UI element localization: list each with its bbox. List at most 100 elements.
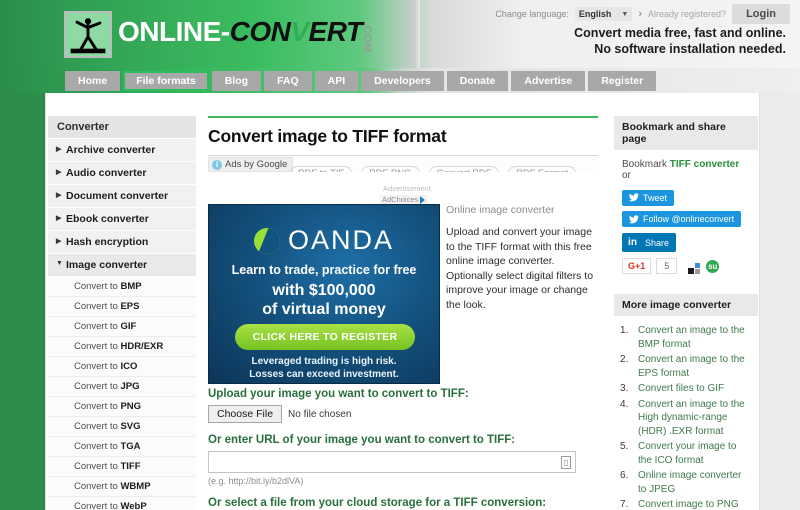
more-converter-link[interactable]: Convert an image to the BMP format xyxy=(620,324,752,351)
sidebar-category-ebook-converter[interactable]: ▶ Ebook converter xyxy=(48,208,196,231)
advertisement-area: Advertisement AdChoices OANDA Learn to t… xyxy=(208,184,598,384)
sidebar-category-label: Image converter xyxy=(66,259,148,271)
ads-by-google-badge[interactable]: i Ads by Google xyxy=(208,157,294,172)
linkedin-share-button[interactable]: in Share xyxy=(622,233,677,252)
adchoices-badge[interactable]: AdChoices xyxy=(380,195,428,204)
ad-keyword-links[interactable]: PDF to TIF PDF PNG Convert PDF PDF Format xyxy=(290,166,577,172)
url-hint-label: (e.g. http://bit.ly/b2dlVA) xyxy=(208,476,304,486)
info-icon: i xyxy=(212,159,222,170)
logo-mark[interactable] xyxy=(64,11,112,58)
sidebar: Converter ▶ Archive converter ▶ Audio conve… xyxy=(48,116,196,510)
ad-keyword-link[interactable]: PDF to TIF xyxy=(290,166,353,172)
site-tagline: Convert media free, fast and online. No … xyxy=(574,25,786,57)
nav-item-developers[interactable]: Developers xyxy=(361,71,444,91)
sidebar-item-convert-to-eps[interactable]: Convert to EPS xyxy=(48,297,196,317)
sidebar-item-convert-to-wbmp[interactable]: Convert to WBMP xyxy=(48,477,196,497)
convert-prefix: Convert to xyxy=(74,361,121,372)
language-go-button[interactable]: › xyxy=(638,8,642,20)
adchoices-triangle-icon xyxy=(420,195,426,204)
chevron-right-icon: ▶ xyxy=(56,169,62,176)
more-converter-link[interactable]: Online image converter to JPEG xyxy=(620,469,752,496)
convert-prefix: Convert to xyxy=(74,461,121,472)
addthis-icon[interactable] xyxy=(688,261,701,274)
google-plus-one-button[interactable]: G+1 xyxy=(622,258,652,274)
more-converter-link[interactable]: Convert an image to the EPS format xyxy=(620,353,752,380)
ad-keyword-link[interactable]: PDF Format xyxy=(508,166,577,172)
stumbleupon-icon[interactable]: su xyxy=(706,259,720,273)
more-converter-link[interactable]: Convert files to GIF xyxy=(620,382,752,396)
oanda-ad-banner[interactable]: OANDA Learn to trade, practice for free … xyxy=(208,204,440,384)
sidebar-item-convert-to-gif[interactable]: Convert to GIF xyxy=(48,317,196,337)
sidebar-category-image-converter[interactable]: ▼ Image converter xyxy=(48,254,196,277)
nav-item-file-formats[interactable]: File formats xyxy=(123,71,209,91)
ad-keyword-link[interactable]: PDF PNG xyxy=(361,166,420,172)
follow-label: Follow @onlineconvert xyxy=(643,214,735,224)
sidebar-items: ▶ Archive converter ▶ Audio converter ▶ Docum… xyxy=(48,139,196,510)
url-heading: Or enter URL of your image you want to c… xyxy=(208,434,516,446)
sidebar-item-convert-to-bmp[interactable]: Convert to BMP xyxy=(48,277,196,297)
more-converter-link[interactable]: Convert an image to the High dynamic-ran… xyxy=(620,398,752,439)
logo-v: V xyxy=(290,16,309,47)
sidebar-item-convert-to-hdr-exr[interactable]: Convert to HDR/EXR xyxy=(48,337,196,357)
nav-item-home[interactable]: Home xyxy=(65,71,121,91)
bookmark-prefix: Bookmark xyxy=(622,159,670,170)
linkedin-icon: in xyxy=(625,235,640,250)
share-counters-row: G+1 5 su xyxy=(622,258,750,274)
sidebar-item-convert-to-webp[interactable]: Convert to WebP xyxy=(48,497,196,510)
sidebar-category-document-converter[interactable]: ▶ Document converter xyxy=(48,185,196,208)
ad-keyword-link[interactable]: Convert PDF xyxy=(428,166,500,172)
sidebar-category-label: Audio converter xyxy=(66,167,147,179)
sidebar-item-convert-to-tiff[interactable]: Convert to TIFF xyxy=(48,457,196,477)
linkedin-label: Share xyxy=(645,237,670,248)
convert-format: HDR/EXR xyxy=(120,341,164,352)
oanda-logo: OANDA xyxy=(209,225,439,256)
sidebar-item-convert-to-tga[interactable]: Convert to TGA xyxy=(48,437,196,457)
nav-item-donate[interactable]: Donate xyxy=(446,71,509,91)
nav-item-faq[interactable]: FAQ xyxy=(264,71,312,91)
url-paste-icon[interactable]: ▯ xyxy=(561,456,571,469)
sidebar-category-archive-converter[interactable]: ▶ Archive converter xyxy=(48,139,196,162)
title-divider xyxy=(208,116,598,118)
tweet-label: Tweet xyxy=(643,192,668,203)
url-input-wrapper[interactable]: ▯ xyxy=(208,451,576,473)
nav-item-api[interactable]: API xyxy=(314,71,359,91)
ad-headline-2a: with $100,000 xyxy=(272,282,376,299)
more-converter-link[interactable]: Convert your image to the ICO format xyxy=(620,440,752,467)
site-logo-text[interactable]: ONLINE-CONVERT xyxy=(118,16,363,48)
logo-online: ONLINE xyxy=(118,16,221,47)
logo-con: CON xyxy=(229,16,291,47)
ad-disclaimer: Leveraged trading is high risk. Losses c… xyxy=(209,355,439,381)
follow-button[interactable]: Follow @onlineconvert xyxy=(622,211,742,227)
ads-by-google-label: Ads by Google xyxy=(225,159,288,170)
convert-format: TIFF xyxy=(120,461,141,472)
nav-item-blog[interactable]: Blog xyxy=(211,71,262,91)
logo-ert: ERT xyxy=(308,16,364,47)
bookmark-link[interactable]: TIFF converter xyxy=(670,159,739,170)
choose-file-button[interactable]: Choose File xyxy=(208,405,283,423)
convert-prefix: Convert to xyxy=(74,321,121,332)
sidebar-category-hash-encryption[interactable]: ▶ Hash encryption xyxy=(48,231,196,254)
more-converter-link[interactable]: Convert image to PNG xyxy=(620,498,752,510)
nav-item-advertise[interactable]: Advertise xyxy=(511,71,586,91)
nav-item-register[interactable]: Register xyxy=(588,71,657,91)
nav-items: Home File formats Blog FAQ API Developers Dona… xyxy=(65,71,657,91)
language-select[interactable]: English ▼ xyxy=(574,7,633,21)
main-navigation: Home File formats Blog FAQ API Developers Dona… xyxy=(0,68,800,93)
convert-format: BMP xyxy=(120,281,142,292)
ad-cta-button[interactable]: CLICK HERE TO REGISTER xyxy=(235,324,415,350)
page-title: Convert image to TIFF format xyxy=(208,126,447,146)
sidebar-category-audio-converter[interactable]: ▶ Audio converter xyxy=(48,162,196,185)
description-heading: Online image converter xyxy=(446,204,555,216)
convert-prefix: Convert to xyxy=(74,481,121,492)
change-language-label: Change language: xyxy=(495,9,569,19)
tweet-button[interactable]: Tweet xyxy=(622,189,675,206)
sidebar-category-label: Document converter xyxy=(66,190,169,202)
sidebar-item-convert-to-ico[interactable]: Convert to ICO xyxy=(48,357,196,377)
language-bar: Change language: English ▼ › Already reg… xyxy=(495,4,790,24)
converter-description: Online image converter Upload and conver… xyxy=(446,204,598,312)
sidebar-item-convert-to-png[interactable]: Convert to PNG xyxy=(48,397,196,417)
twitter-icon xyxy=(629,193,639,202)
sidebar-item-convert-to-jpg[interactable]: Convert to JPG xyxy=(48,377,196,397)
login-button[interactable]: Login xyxy=(732,4,790,24)
sidebar-item-convert-to-svg[interactable]: Convert to SVG xyxy=(48,417,196,437)
